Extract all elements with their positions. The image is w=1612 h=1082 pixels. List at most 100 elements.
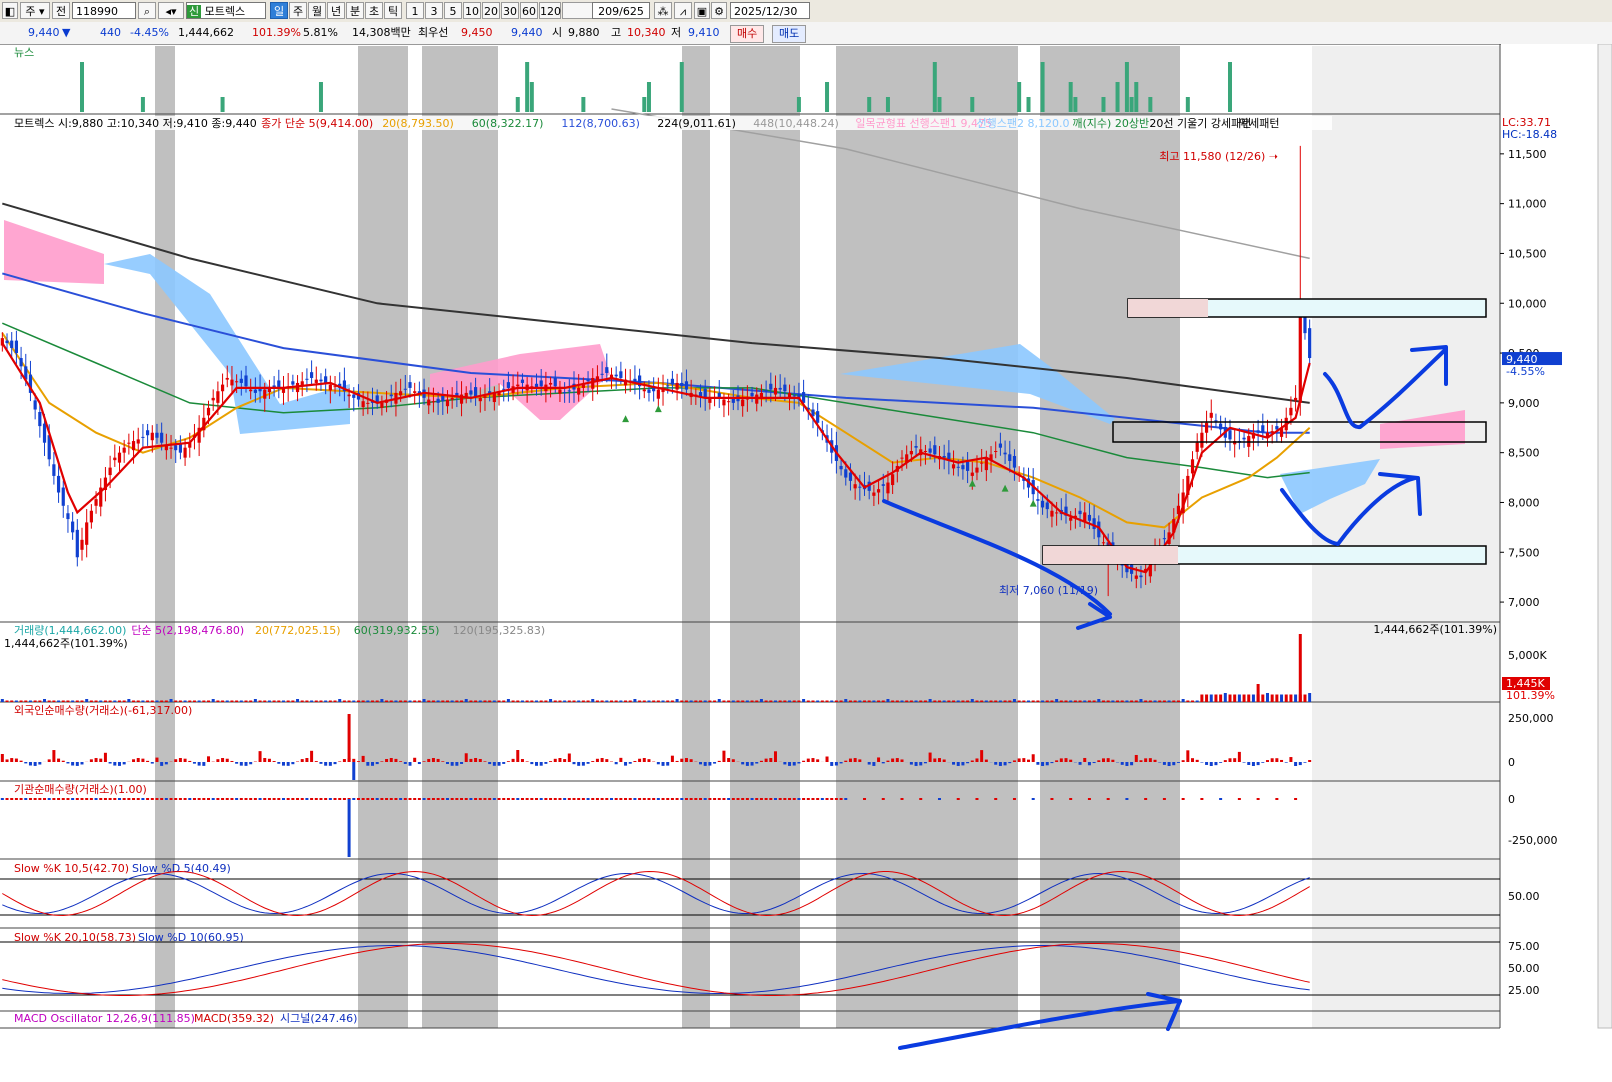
search-icon[interactable]: ⌕ bbox=[138, 2, 156, 19]
inst-tick-0: 0 bbox=[1508, 793, 1515, 806]
foreign-bar-95 bbox=[445, 762, 449, 765]
foreign-bar-248 bbox=[1162, 762, 1166, 765]
candle-body-145 bbox=[680, 382, 684, 387]
volume-bar-245 bbox=[1148, 700, 1152, 702]
candle-body-180 bbox=[844, 469, 848, 478]
volume-bar-122 bbox=[572, 700, 576, 702]
inst-bar-220 bbox=[1031, 798, 1035, 800]
volume-bar-272 bbox=[1275, 694, 1279, 702]
interval-tab-5[interactable]: 5 bbox=[444, 2, 462, 19]
gear-icon[interactable]: ⚙ bbox=[711, 2, 727, 19]
volume-bar-180 bbox=[844, 699, 848, 702]
candle-body-26 bbox=[122, 447, 126, 453]
candle-body-1 bbox=[5, 340, 9, 344]
inst-bar-148 bbox=[694, 798, 698, 800]
volume-bar-193 bbox=[905, 700, 909, 702]
candle-body-15 bbox=[71, 521, 75, 533]
inst-bar-47 bbox=[221, 798, 225, 800]
volume-bar-276 bbox=[1294, 694, 1298, 702]
foreign-bar-173 bbox=[811, 758, 815, 762]
period-tab-0[interactable]: 일 bbox=[270, 2, 288, 19]
inst-bar-46 bbox=[216, 798, 220, 800]
candle-body-91 bbox=[427, 399, 431, 406]
tool-icon[interactable]: ⁂ bbox=[654, 2, 672, 19]
volume-bar-166 bbox=[778, 700, 782, 702]
interval-tab-3[interactable]: 3 bbox=[425, 2, 443, 19]
foreign-bar-159 bbox=[745, 762, 749, 766]
interval-tab-20[interactable]: 20 bbox=[482, 2, 500, 19]
date-field[interactable]: 2025/12/30 bbox=[730, 2, 810, 19]
price-legend-5: 224(9,011.61) bbox=[657, 117, 736, 130]
period-tab-5[interactable]: 초 bbox=[365, 2, 383, 19]
candle-body-131 bbox=[614, 374, 618, 377]
news-bar-14 bbox=[885, 97, 890, 112]
volume-bar-8 bbox=[38, 700, 42, 702]
period-select[interactable]: 주 ▾ bbox=[20, 2, 50, 19]
volume-bar-67 bbox=[314, 700, 318, 702]
foreign-bar-55 bbox=[258, 751, 262, 762]
candle-body-215 bbox=[1008, 454, 1012, 461]
inst-bar-25 bbox=[117, 798, 121, 800]
foreign-bar-125 bbox=[586, 762, 590, 764]
foreign-bar-276 bbox=[1294, 762, 1298, 766]
volume-bar-184 bbox=[863, 700, 867, 702]
period-tab-2[interactable]: 월 bbox=[308, 2, 326, 19]
inst-bar-158 bbox=[741, 798, 745, 800]
shade-band-4 bbox=[730, 46, 800, 1028]
foreign-bar-189 bbox=[886, 760, 890, 762]
chart-icon[interactable]: ⩘ bbox=[674, 2, 692, 19]
foreign-bar-249 bbox=[1167, 762, 1171, 766]
interval-tab-30[interactable]: 30 bbox=[501, 2, 519, 19]
foreign-bar-59 bbox=[277, 762, 281, 764]
layout-icon[interactable]: ◧ bbox=[2, 2, 18, 19]
volume-bar-171 bbox=[802, 699, 806, 702]
foreign-bar-177 bbox=[830, 762, 834, 766]
inst-bar-32 bbox=[150, 798, 154, 800]
news-bar-16 bbox=[937, 97, 942, 112]
volume-bar-113 bbox=[530, 700, 534, 702]
period-tab-6[interactable]: 틱 bbox=[384, 2, 402, 19]
candle-body-7 bbox=[33, 400, 37, 410]
volume-bar-159 bbox=[745, 700, 749, 702]
volume-bar-254 bbox=[1191, 700, 1195, 702]
volume-bar-59 bbox=[277, 700, 281, 702]
stock-name-field[interactable]: 신 모트렉스 bbox=[186, 2, 266, 19]
foreign-bar-81 bbox=[380, 761, 384, 762]
code-input[interactable]: 118990 bbox=[72, 2, 136, 19]
candle-body-256 bbox=[1200, 432, 1204, 448]
volume-bar-20 bbox=[94, 700, 98, 702]
foreign-bar-70 bbox=[328, 762, 332, 766]
interval-tab-120[interactable]: 120 bbox=[539, 2, 561, 19]
foreign-bar-194 bbox=[909, 762, 913, 765]
buy-button[interactable]: 매수 bbox=[730, 25, 765, 43]
candle-body-12 bbox=[56, 475, 61, 493]
interval-tab-1[interactable]: 1 bbox=[406, 2, 424, 19]
period-tab-1[interactable]: 주 bbox=[289, 2, 307, 19]
candle-body-165 bbox=[773, 387, 778, 395]
save-icon[interactable]: ▣ bbox=[694, 2, 710, 19]
nav-icon[interactable]: ◂▾ bbox=[158, 2, 184, 19]
shade-band-5 bbox=[836, 46, 1018, 1028]
inst-bar-143 bbox=[670, 798, 674, 800]
inst-bar-176 bbox=[825, 798, 829, 800]
foreign-bar-75 bbox=[352, 758, 356, 762]
foreign-bar-176 bbox=[825, 756, 829, 762]
volume-bar-86 bbox=[403, 700, 407, 702]
foreign-bar-180 bbox=[844, 760, 848, 762]
foreign-bar-168 bbox=[788, 762, 792, 766]
interval-tab-10[interactable]: 10 bbox=[463, 2, 481, 19]
period-tab-3[interactable]: 년 bbox=[327, 2, 345, 19]
price-legend-10: 20선 기울기 강세패턴 bbox=[1149, 117, 1251, 130]
prev-button[interactable]: 전 bbox=[52, 2, 70, 19]
news-bar-10 bbox=[679, 62, 684, 112]
candle-body-36 bbox=[169, 447, 173, 449]
candle-body-182 bbox=[853, 484, 857, 489]
sell-button[interactable]: 매도 bbox=[772, 25, 807, 43]
interval-tab-60[interactable]: 60 bbox=[520, 2, 538, 19]
inst-bar-17 bbox=[80, 798, 84, 800]
volume-bar-214 bbox=[1003, 700, 1007, 702]
volume-bar-278 bbox=[1303, 694, 1307, 702]
foreign-bar-141 bbox=[661, 762, 665, 766]
period-tab-4[interactable]: 분 bbox=[346, 2, 364, 19]
inst-bar-66 bbox=[310, 798, 314, 800]
